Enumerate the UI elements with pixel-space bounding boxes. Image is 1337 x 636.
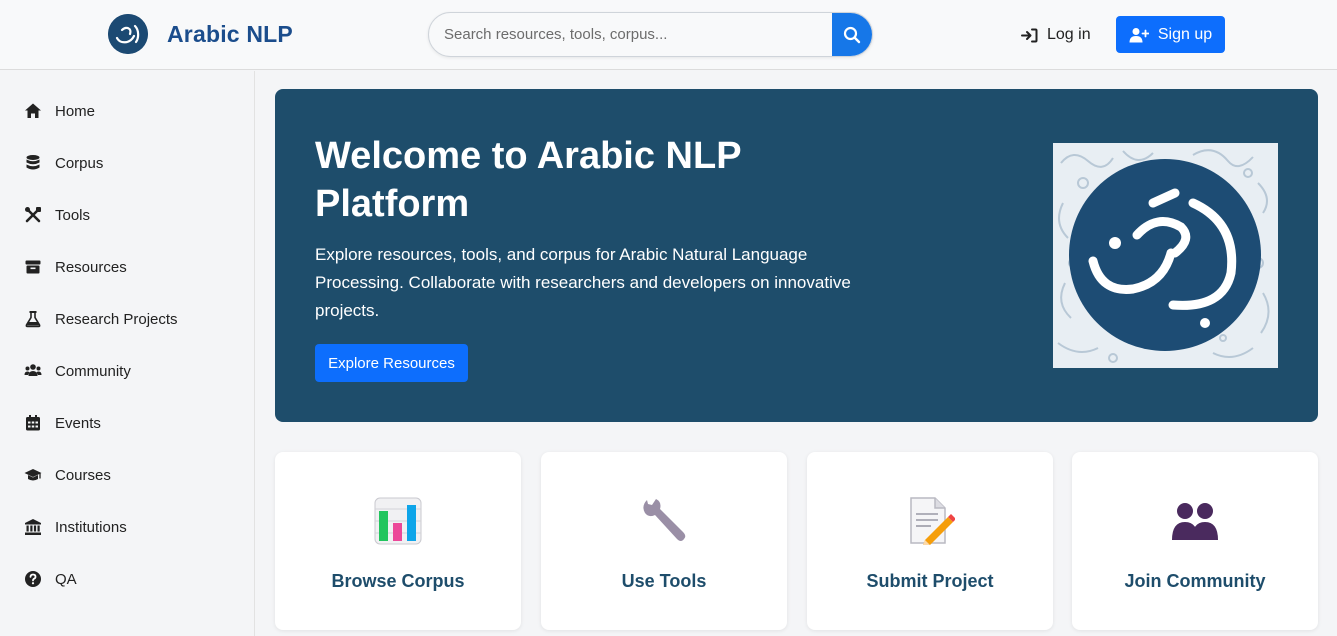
bar-chart-icon <box>373 496 423 546</box>
bank-icon <box>23 517 43 537</box>
sidebar-item-community[interactable]: Community <box>0 351 254 391</box>
sidebar-item-label: Resources <box>55 258 127 276</box>
explore-resources-button[interactable]: Explore Resources <box>315 344 468 382</box>
sidebar-item-courses[interactable]: Courses <box>0 455 254 495</box>
browse-corpus-card[interactable]: Browse Corpus <box>275 452 521 630</box>
sidebar-item-label: Events <box>55 414 101 432</box>
sidebar-item-events[interactable]: Events <box>0 403 254 443</box>
sidebar-item-resources[interactable]: Resources <box>0 247 254 287</box>
login-button[interactable]: Log in <box>1021 24 1091 46</box>
signup-label: Sign up <box>1157 25 1213 43</box>
sidebar-item-qa[interactable]: QA <box>0 559 254 599</box>
sidebar-item-tools[interactable]: Tools <box>0 195 254 235</box>
users-icon <box>23 361 43 381</box>
graduation-cap-icon <box>23 465 43 485</box>
tools-icon <box>23 205 43 225</box>
sidebar-item-research-projects[interactable]: Research Projects <box>0 299 254 339</box>
sidebar-item-label: Tools <box>55 206 91 224</box>
sidebar-item-label: Research Projects <box>55 310 178 328</box>
people-icon <box>1170 496 1220 546</box>
sidebar-item-institutions[interactable]: Institutions <box>0 507 254 547</box>
sidebar-item-label: Institutions <box>55 518 127 536</box>
brand-title[interactable]: Arabic NLP <box>167 21 293 48</box>
flask-icon <box>23 309 43 329</box>
search-bar <box>428 12 873 57</box>
submit-project-card[interactable]: Submit Project <box>807 452 1053 630</box>
hero-description: Explore resources, tools, and corpus for… <box>315 245 851 320</box>
sidebar-item-label: Home <box>55 102 96 120</box>
wrench-icon <box>639 496 689 546</box>
search-icon <box>843 26 861 43</box>
sidebar-item-label: QA <box>55 570 77 588</box>
user-plus-icon <box>1129 27 1149 42</box>
archive-icon <box>23 257 43 277</box>
question-circle-icon <box>23 569 43 589</box>
signup-button[interactable]: Sign up <box>1116 16 1225 53</box>
sidebar-item-label: Corpus <box>55 154 104 172</box>
sidebar-item-corpus[interactable]: Corpus <box>0 143 254 183</box>
arabic-calligraphy-logo-icon <box>1053 143 1278 368</box>
sidebar-item-label: Community <box>55 362 131 380</box>
site-logo-icon[interactable] <box>108 14 148 54</box>
memo-pencil-icon <box>905 496 955 546</box>
card-label: Use Tools <box>621 571 707 591</box>
login-label: Log in <box>1047 26 1091 43</box>
sidebar-item-home[interactable]: Home <box>0 91 254 131</box>
top-navbar: Arabic NLP Log in Sign up <box>0 0 1337 70</box>
join-community-card[interactable]: Join Community <box>1072 452 1318 630</box>
sidebar: Home Corpus Tools Resources Research Pro… <box>0 71 255 636</box>
home-icon <box>23 101 43 121</box>
hero-banner: Welcome to Arabic NLP Platform Explore r… <box>275 89 1318 422</box>
database-icon <box>23 153 43 173</box>
card-label: Submit Project <box>866 571 994 591</box>
search-input[interactable] <box>429 13 833 56</box>
sidebar-item-label: Courses <box>55 466 111 484</box>
search-button[interactable] <box>832 13 872 56</box>
calendar-icon <box>23 413 43 433</box>
sign-in-icon <box>1021 28 1038 42</box>
use-tools-card[interactable]: Use Tools <box>541 452 787 630</box>
hero-title: Welcome to Arabic NLP Platform <box>315 135 741 225</box>
card-label: Browse Corpus <box>331 571 465 591</box>
card-label: Join Community <box>1124 571 1266 591</box>
